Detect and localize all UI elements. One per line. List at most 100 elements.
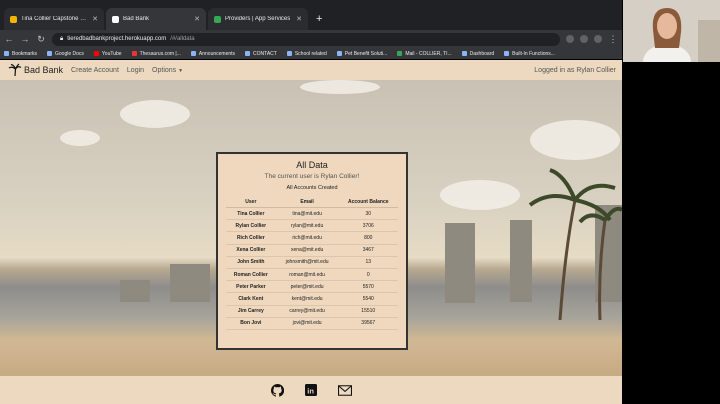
address-row: ← → ↻ 🔒︎ tieredbadbankproject.herokuapp.… bbox=[0, 30, 622, 48]
palm-trees bbox=[528, 168, 622, 320]
bookmark-item[interactable]: CONTACT bbox=[245, 51, 277, 57]
bookmark-item[interactable]: Mail - COLLIER, TI... bbox=[397, 51, 452, 57]
bookmark-star-icon bbox=[4, 51, 9, 56]
svg-text:in: in bbox=[307, 386, 314, 395]
cloud bbox=[530, 120, 620, 160]
email-cell: roman@mit.edu bbox=[275, 268, 339, 282]
table-row: Rich Collier rich@mit.edu 800 bbox=[226, 231, 398, 245]
table-row: Roman Collier roman@mit.edu 0 bbox=[226, 268, 398, 282]
balance-cell: 15510 bbox=[338, 305, 398, 318]
email-cell: kent@mit.edu bbox=[275, 292, 339, 306]
bookmark-item[interactable]: School related bbox=[286, 51, 327, 57]
new-tab-button[interactable]: + bbox=[310, 8, 328, 30]
table-row: Bon Jovi jovi@mit.edu 39567 bbox=[226, 317, 398, 330]
cloud bbox=[120, 100, 190, 128]
user-cell: Tina Collier bbox=[226, 207, 276, 221]
python-icon bbox=[504, 51, 510, 56]
nav-login[interactable]: Login bbox=[127, 67, 144, 74]
profile-icon[interactable] bbox=[594, 35, 602, 43]
current-user-text: The current user is Rylan Collier! bbox=[264, 173, 360, 180]
cloud bbox=[60, 130, 100, 146]
logged-in-status: Logged in as Rylan Collier bbox=[534, 66, 616, 74]
bookmark-item[interactable]: Google Docs bbox=[47, 51, 84, 57]
email-cell: carrey@mit.edu bbox=[275, 305, 339, 318]
caret-down-icon: ▼ bbox=[178, 67, 184, 74]
balance-cell: 5570 bbox=[338, 280, 398, 294]
balance-cell: 39567 bbox=[338, 317, 398, 330]
site-footer: in bbox=[0, 376, 622, 404]
bookmark-item[interactable]: Dashboard bbox=[461, 51, 494, 57]
tab-bar: Tina Collier Capstone - Google ✕ Bad Ban… bbox=[0, 0, 622, 30]
accounts-table: User Email Account Balance Tina Collier t… bbox=[226, 197, 398, 330]
balance-cell: 30 bbox=[338, 207, 398, 221]
email-cell: jovi@mit.edu bbox=[275, 317, 339, 330]
user-cell: Jim Carrey bbox=[226, 305, 276, 318]
email-cell: xena@mit.edu bbox=[275, 244, 339, 257]
tab-bad-bank[interactable]: Bad Bank ✕ bbox=[106, 8, 206, 30]
user-cell: Roman Collier bbox=[226, 268, 276, 282]
forward-icon[interactable]: → bbox=[20, 34, 30, 44]
column-header: User bbox=[226, 197, 276, 208]
close-icon[interactable]: ✕ bbox=[92, 15, 98, 23]
table-row: Peter Parker peter@mit.edu 5570 bbox=[226, 280, 398, 294]
bookmark-item[interactable]: Pet Benefit Soluti... bbox=[336, 51, 387, 57]
presenter-video bbox=[623, 0, 720, 62]
balance-cell: 3706 bbox=[338, 219, 398, 233]
extension-icon[interactable] bbox=[566, 35, 574, 43]
brand[interactable]: Bad Bank bbox=[8, 63, 63, 77]
tab-providers[interactable]: Providers | App Services ✕ bbox=[208, 8, 308, 30]
table-row: Clark Kent kent@mit.edu 5540 bbox=[226, 292, 398, 306]
table-row: John Smith johnsmith@mit.edu 13 bbox=[226, 256, 398, 269]
building bbox=[170, 264, 210, 302]
dashboard-icon bbox=[461, 51, 467, 56]
user-cell: Bon Jovi bbox=[226, 317, 276, 330]
bookmark-item[interactable]: Thesaurus.com |... bbox=[131, 51, 181, 57]
user-cell: Rylan Collier bbox=[226, 219, 276, 233]
tab-capstone[interactable]: Tina Collier Capstone - Google ✕ bbox=[4, 8, 104, 30]
cloud bbox=[300, 80, 380, 94]
cloud bbox=[440, 180, 520, 210]
column-header: Account Balance bbox=[338, 197, 398, 208]
mongo-favicon-icon bbox=[214, 15, 221, 23]
bookmark-item[interactable]: YouTube bbox=[93, 51, 122, 57]
bookmark-item[interactable]: Built-In Functions... bbox=[504, 51, 555, 57]
nav-create-account[interactable]: Create Account bbox=[71, 67, 119, 74]
back-icon[interactable]: ← bbox=[4, 34, 14, 44]
youtube-icon bbox=[93, 51, 99, 56]
bookmark-item[interactable]: Announcements bbox=[190, 51, 235, 57]
reload-icon[interactable]: ↻ bbox=[36, 34, 46, 45]
web-page: Bad Bank Create Account Login Options ▼ … bbox=[0, 60, 622, 404]
browser-window: Tina Collier Capstone - Google ✕ Bad Ban… bbox=[0, 0, 622, 404]
folder-icon bbox=[286, 51, 292, 56]
user-cell: Clark Kent bbox=[226, 292, 276, 306]
webcam-video-overlay bbox=[623, 0, 720, 62]
menu-icon[interactable]: ⋮ bbox=[608, 34, 618, 45]
balance-cell: 5540 bbox=[338, 292, 398, 306]
user-cell: Rich Collier bbox=[226, 231, 276, 245]
user-cell: Peter Parker bbox=[226, 280, 276, 294]
address-bar[interactable]: 🔒︎ tieredbadbankproject.herokuapp.com/#/… bbox=[52, 32, 560, 46]
building bbox=[120, 280, 150, 302]
email-cell: peter@mit.edu bbox=[275, 280, 339, 294]
email-cell: rylan@mit.edu bbox=[275, 219, 339, 233]
github-icon[interactable] bbox=[270, 383, 284, 397]
email-cell: johnsmith@mit.edu bbox=[275, 256, 339, 269]
close-icon[interactable]: ✕ bbox=[194, 15, 200, 23]
bookmarks-bar: Bookmarks Google Docs YouTube Thesaurus.… bbox=[0, 48, 622, 60]
docs-icon bbox=[47, 51, 53, 56]
balance-cell: 3467 bbox=[338, 244, 398, 257]
lock-icon: 🔒︎ bbox=[60, 35, 64, 42]
page-favicon-icon bbox=[112, 15, 119, 23]
user-cell: John Smith bbox=[226, 256, 276, 269]
card-subtitle: All Accounts Created bbox=[286, 185, 338, 191]
bookmark-item[interactable]: Bookmarks bbox=[4, 51, 37, 57]
nav-options-dropdown[interactable]: Options ▼ bbox=[152, 67, 183, 74]
linkedin-icon[interactable]: in bbox=[304, 383, 318, 397]
extension-icon[interactable] bbox=[580, 35, 588, 43]
close-icon[interactable]: ✕ bbox=[296, 15, 302, 23]
folder-icon bbox=[245, 51, 251, 56]
all-data-card: All Data The current user is Rylan Colli… bbox=[216, 152, 408, 350]
table-row: Jim Carrey carrey@mit.edu 15510 bbox=[226, 305, 398, 318]
mail-icon[interactable] bbox=[338, 383, 352, 397]
balance-cell: 0 bbox=[338, 268, 398, 282]
